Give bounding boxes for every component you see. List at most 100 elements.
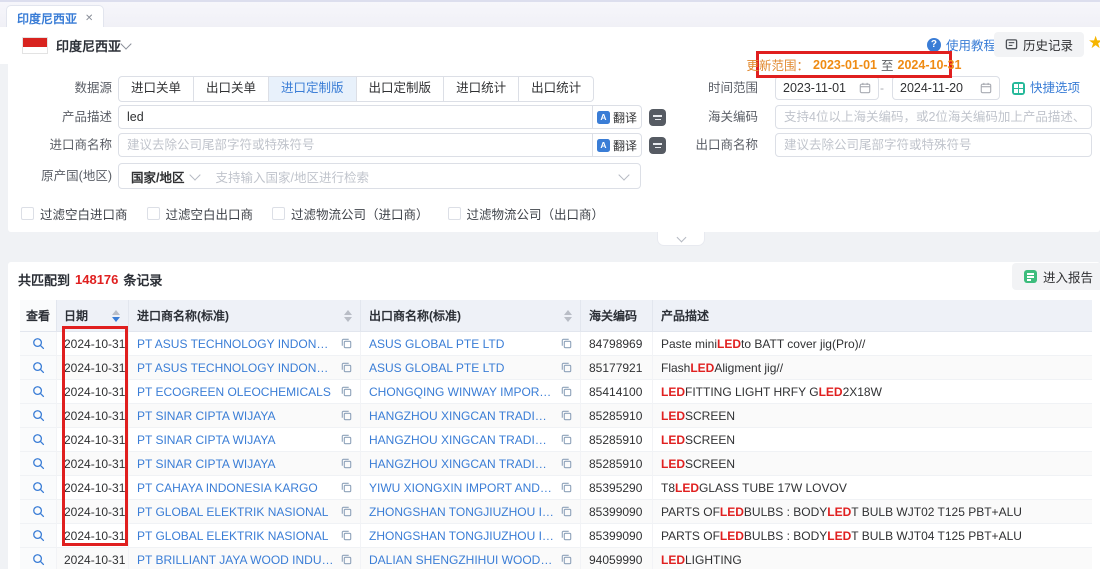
exporter-link[interactable]: ASUS GLOBAL PTE LTD	[369, 337, 555, 351]
view-record-button[interactable]	[20, 476, 57, 500]
checkbox-icon[interactable]	[272, 207, 285, 220]
origin-mode-select[interactable]: 国家/地区	[119, 167, 209, 186]
importer-link[interactable]: PT ASUS TECHNOLOGY INDONESIA BA...	[137, 361, 335, 375]
search-icon[interactable]	[32, 409, 45, 422]
copy-button[interactable]	[561, 554, 572, 565]
copy-icon[interactable]	[341, 338, 352, 349]
column-header[interactable]: 出口商名称(标准)	[361, 300, 581, 332]
copy-button[interactable]	[341, 482, 352, 493]
view-record-button[interactable]	[20, 428, 57, 452]
search-icon[interactable]	[32, 505, 45, 518]
copy-button[interactable]	[561, 482, 572, 493]
exporter-link[interactable]: CHONGQING WINWAY IMPORT AND E...	[369, 385, 555, 399]
view-record-button[interactable]	[20, 524, 57, 548]
collapse-form-handle[interactable]	[657, 232, 705, 246]
copy-icon[interactable]	[341, 530, 352, 541]
copy-icon[interactable]	[341, 386, 352, 397]
search-icon[interactable]	[32, 337, 45, 350]
copy-icon[interactable]	[341, 506, 352, 517]
copy-button[interactable]	[341, 554, 352, 565]
importer-link[interactable]: PT SINAR CIPTA WIJAYA	[137, 409, 335, 423]
origin-select[interactable]: 国家/地区 支持输入国家/地区进行检索	[118, 163, 641, 189]
checkbox-icon[interactable]	[21, 207, 34, 220]
datasource-tab[interactable]: 出口统计	[518, 77, 593, 101]
copy-button[interactable]	[341, 506, 352, 517]
date-to-input[interactable]: 2024-11-20	[892, 76, 1000, 100]
copy-icon[interactable]	[561, 554, 572, 565]
copy-button[interactable]	[561, 338, 572, 349]
copy-icon[interactable]	[341, 458, 352, 469]
exporter-link[interactable]: ZHONGSHAN TONGJIUZHOU INTERNA...	[369, 505, 555, 519]
translate-button[interactable]: A 翻译	[592, 133, 642, 157]
search-icon[interactable]	[32, 553, 45, 566]
sort-desc-icon[interactable]	[564, 317, 572, 322]
search-icon[interactable]	[32, 481, 45, 494]
sort-asc-icon[interactable]	[112, 310, 120, 315]
enter-report-button[interactable]: 进入报告	[1012, 263, 1100, 290]
copy-icon[interactable]	[561, 458, 572, 469]
copy-icon[interactable]	[341, 410, 352, 421]
copy-icon[interactable]	[561, 530, 572, 541]
importer-link[interactable]: PT GLOBAL ELEKTRIK NASIONAL	[137, 505, 335, 519]
view-record-button[interactable]	[20, 356, 57, 380]
view-record-button[interactable]	[20, 404, 57, 428]
copy-icon[interactable]	[341, 482, 352, 493]
view-record-button[interactable]	[20, 548, 57, 569]
search-icon[interactable]	[32, 529, 45, 542]
copy-button[interactable]	[561, 458, 572, 469]
copy-icon[interactable]	[561, 362, 572, 373]
copy-icon[interactable]	[561, 482, 572, 493]
search-icon[interactable]	[32, 361, 45, 374]
copy-icon[interactable]	[561, 386, 572, 397]
copy-icon[interactable]	[561, 434, 572, 445]
copy-button[interactable]	[561, 506, 572, 517]
exporter-link[interactable]: HANGZHOU XINGCAN TRADING CO LTD	[369, 457, 555, 471]
exporter-link[interactable]: ZHONGSHAN TONGJIUZHOU INTERNA...	[369, 529, 555, 543]
copy-button[interactable]	[561, 530, 572, 541]
copy-button[interactable]	[341, 410, 352, 421]
datasource-tab[interactable]: 进口关单	[119, 77, 193, 101]
copy-button[interactable]	[561, 434, 572, 445]
checkbox-icon[interactable]	[448, 207, 461, 220]
exporter-input[interactable]	[775, 133, 1092, 157]
product-desc-input[interactable]	[118, 105, 592, 129]
hs-code-input[interactable]	[775, 105, 1092, 129]
view-record-button[interactable]	[20, 452, 57, 476]
copy-icon[interactable]	[341, 362, 352, 373]
importer-input[interactable]	[118, 133, 592, 157]
filter-checkbox[interactable]: 过滤空白进口商	[21, 204, 128, 223]
exporter-link[interactable]: HANGZHOU XINGCAN TRADING CO LTD	[369, 433, 555, 447]
column-header[interactable]: 日期	[57, 300, 129, 332]
search-icon[interactable]	[32, 457, 45, 470]
sort-asc-icon[interactable]	[344, 310, 352, 315]
copy-button[interactable]	[561, 386, 572, 397]
sort-desc-icon[interactable]	[112, 317, 120, 322]
sort-asc-icon[interactable]	[564, 310, 572, 315]
importer-link[interactable]: PT CAHAYA INDONESIA KARGO	[137, 481, 335, 495]
view-record-button[interactable]	[20, 500, 57, 524]
copy-icon[interactable]	[561, 410, 572, 421]
sort-control[interactable]	[564, 310, 572, 322]
importer-link[interactable]: PT GLOBAL ELEKTRIK NASIONAL	[137, 529, 335, 543]
copy-button[interactable]	[341, 338, 352, 349]
date-from-input[interactable]: 2023-11-01	[775, 76, 879, 100]
datasource-tab[interactable]: 出口定制版	[356, 77, 444, 101]
vip-star-icon[interactable]: ★	[1088, 33, 1100, 53]
filter-checkbox[interactable]: 过滤物流公司（出口商）	[448, 204, 605, 223]
filter-checkbox[interactable]: 过滤空白出口商	[147, 204, 254, 223]
view-record-button[interactable]	[20, 332, 57, 356]
copy-button[interactable]	[561, 362, 572, 373]
search-icon[interactable]	[32, 433, 45, 446]
search-icon[interactable]	[32, 385, 45, 398]
translate-button[interactable]: A 翻译	[592, 105, 642, 129]
copy-icon[interactable]	[341, 434, 352, 445]
copy-icon[interactable]	[561, 506, 572, 517]
importer-link[interactable]: PT ASUS TECHNOLOGY INDONESIA BA...	[137, 337, 335, 351]
copy-icon[interactable]	[561, 338, 572, 349]
view-record-button[interactable]	[20, 380, 57, 404]
copy-button[interactable]	[341, 530, 352, 541]
copy-icon[interactable]	[341, 554, 352, 565]
datasource-tab[interactable]: 出口关单	[193, 77, 268, 101]
datasource-tab[interactable]: 进口统计	[443, 77, 518, 101]
datasource-tab[interactable]: 进口定制版	[268, 77, 356, 101]
